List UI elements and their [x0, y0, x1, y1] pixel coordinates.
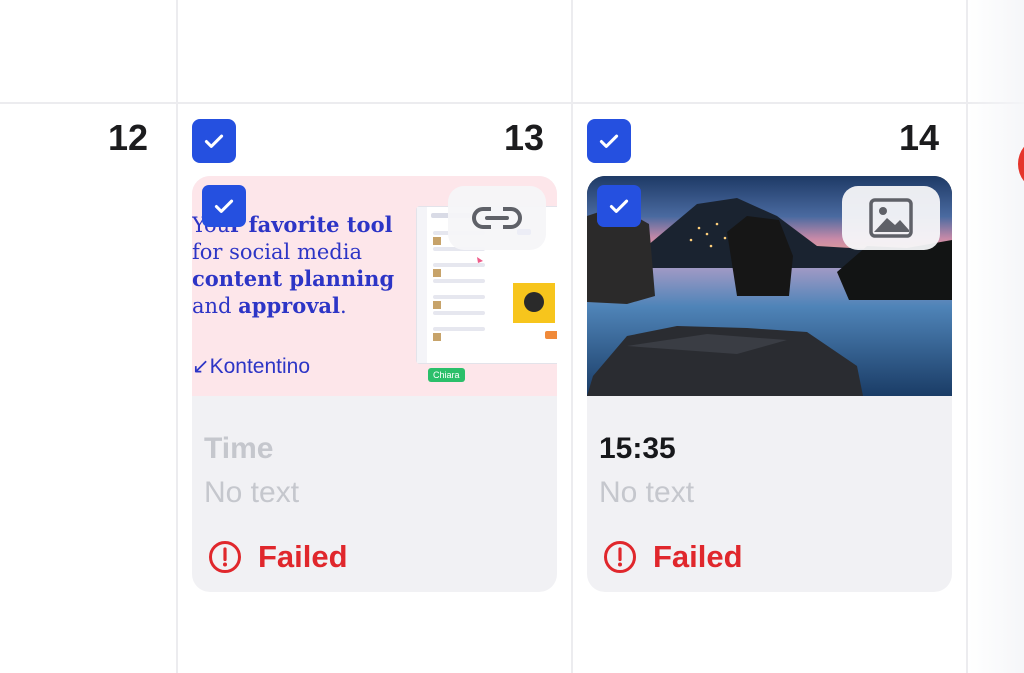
post-preview-image	[587, 176, 952, 396]
post-status: Failed	[208, 540, 348, 574]
alert-circle-icon	[209, 541, 241, 573]
day-number: 13	[504, 117, 545, 158]
grid-divider	[176, 0, 178, 673]
post-select-checkbox[interactable]	[202, 185, 246, 227]
status-label: Failed	[653, 539, 743, 574]
post-time: Time	[204, 432, 274, 465]
checkmark-icon	[204, 134, 224, 148]
image-icon	[869, 198, 913, 238]
post-card[interactable]: 15:35 No text Failed	[587, 176, 952, 592]
week-divider	[0, 102, 1024, 104]
post-text: No text	[204, 476, 300, 509]
post-card[interactable]: Your favorite tool for social media cont…	[192, 176, 557, 592]
edge-fade	[968, 0, 1024, 673]
post-type-badge	[448, 186, 546, 250]
post-text: No text	[599, 476, 695, 509]
brand-logo: ↙Kontentino	[192, 355, 311, 378]
post-type-badge	[842, 186, 940, 250]
post-status: Failed	[603, 540, 743, 574]
checkmark-icon	[599, 134, 619, 148]
grid-divider	[571, 0, 573, 673]
day-number: 14	[899, 117, 940, 158]
promo-line: for social media	[192, 240, 362, 264]
alert-circle-icon	[604, 541, 636, 573]
day-number: 12	[108, 117, 149, 158]
link-icon	[472, 207, 522, 229]
day-select-checkbox[interactable]	[587, 119, 631, 163]
day-select-checkbox[interactable]	[192, 119, 236, 163]
preview-tag: Chiara	[428, 368, 465, 382]
checkmark-icon	[214, 199, 234, 213]
checkmark-icon	[609, 199, 629, 213]
promo-line: and approval.	[192, 293, 347, 318]
status-label: Failed	[258, 539, 348, 574]
post-select-checkbox[interactable]	[597, 185, 641, 227]
post-preview-image: Your favorite tool for social media cont…	[192, 176, 557, 396]
promo-line: content planning	[192, 266, 395, 291]
post-time: 15:35	[599, 432, 676, 465]
